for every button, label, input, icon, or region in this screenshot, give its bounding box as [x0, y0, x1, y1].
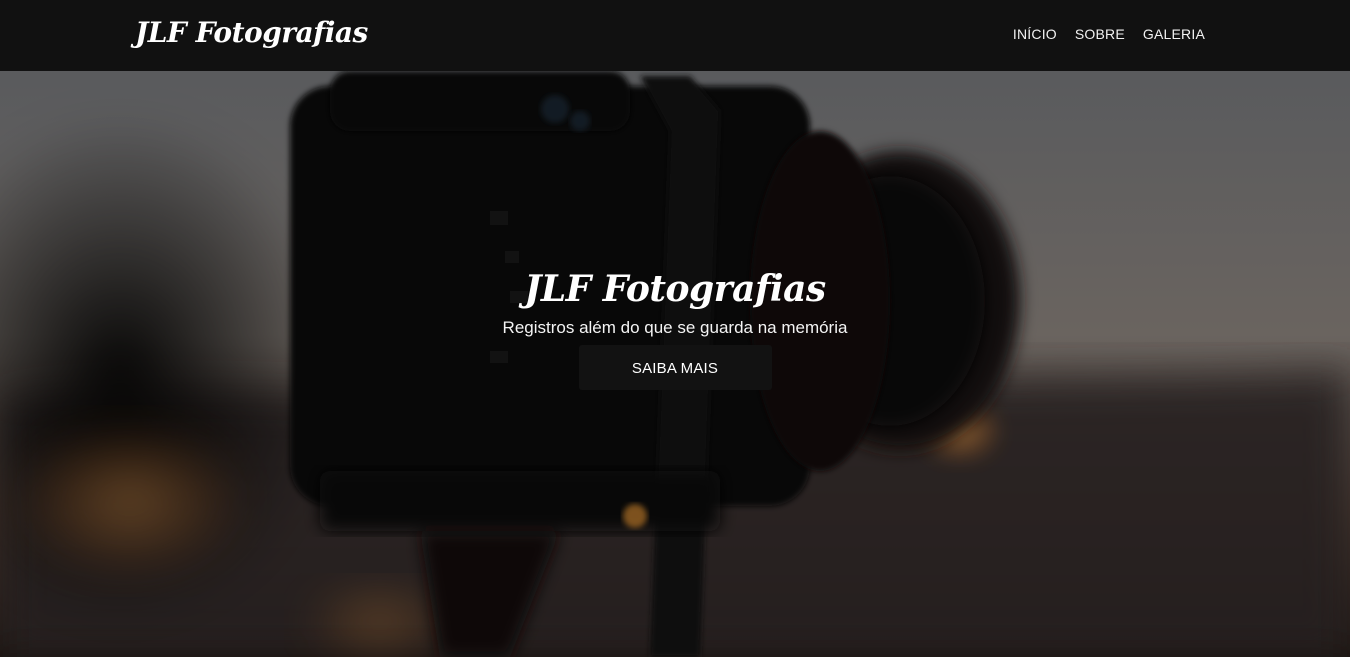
nav-item-galeria: GALERIA	[1143, 26, 1205, 44]
hero-content: JLF Fotografias Registros além do que se…	[0, 267, 1350, 390]
nav-link-sobre[interactable]: SOBRE	[1075, 26, 1125, 42]
nav-link-galeria[interactable]: GALERIA	[1143, 26, 1205, 42]
saiba-mais-button[interactable]: SAIBA MAIS	[578, 345, 772, 390]
nav-item-inicio: INÍCIO	[1013, 26, 1057, 44]
navbar: JLF Fotografias INÍCIO SOBRE GALERIA	[0, 0, 1350, 71]
nav-link-inicio[interactable]: INÍCIO	[1013, 26, 1057, 42]
hero-title: JLF Fotografias	[524, 268, 826, 310]
hero-section: JLF Fotografias Registros além do que se…	[0, 71, 1350, 657]
main-nav: INÍCIO SOBRE GALERIA	[1013, 26, 1205, 44]
hero-subtitle: Registros além do que se guarda na memór…	[502, 318, 848, 337]
nav-item-sobre: SOBRE	[1075, 26, 1125, 44]
brand-logo[interactable]: JLF Fotografias	[135, 16, 368, 49]
